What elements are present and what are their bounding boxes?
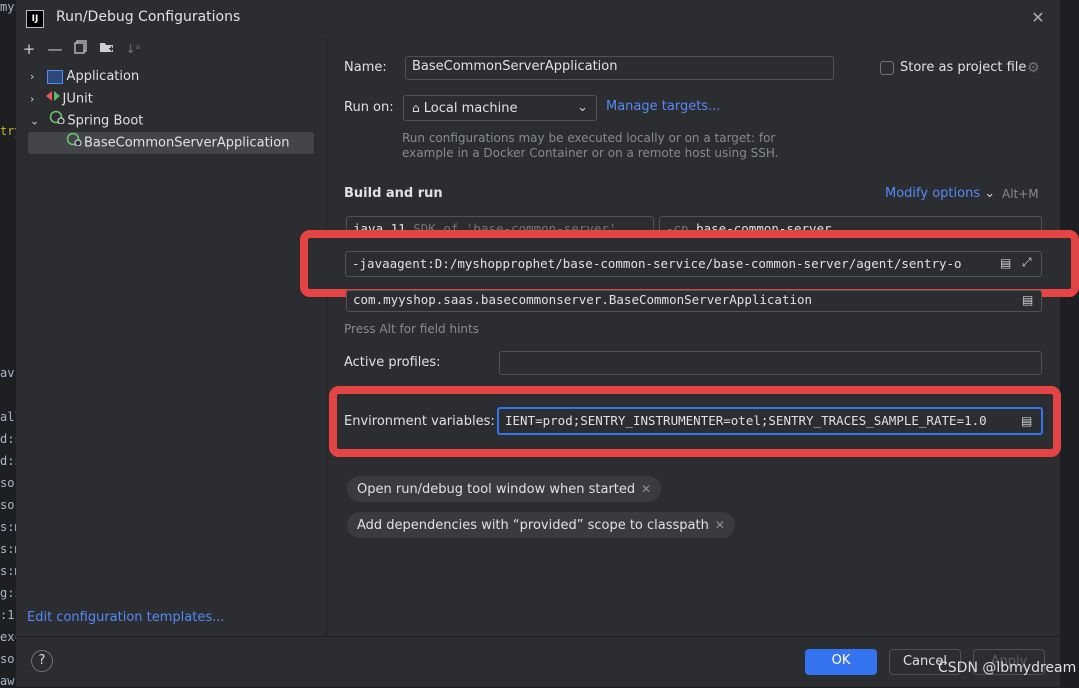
chevron-down-icon: ⌄ [30, 114, 40, 128]
tree-item-base-common-server-application[interactable]: BaseCommonServerApplication [66, 132, 289, 154]
add-config-icon[interactable]: + [20, 40, 38, 58]
active-profiles-label: Active profiles: [344, 355, 441, 370]
store-as-project-file-label[interactable]: Store as project file [900, 60, 1026, 75]
name-input[interactable]: BaseCommonServerApplication [405, 56, 834, 80]
manage-targets-link[interactable]: Manage targets... [606, 99, 720, 114]
env-vars-value: IENT=prod;SENTRY_INSTRUMENTER=otel;SENTR… [505, 413, 987, 428]
spring-boot-icon [49, 110, 65, 132]
chip-label: Open run/debug tool window when started [357, 482, 636, 497]
browse-class-icon[interactable]: ▤ [1022, 293, 1033, 307]
spring-boot-config-icon [66, 132, 82, 154]
tree-item-spring-boot[interactable]: ⌄ Spring Boot [30, 110, 143, 132]
junit-icon [45, 88, 61, 110]
tree-item-label: BaseCommonServerApplication [84, 135, 290, 151]
background-editor: myshopprophet/base-sertryavall:d:spd:sps… [0, 0, 159, 688]
active-profiles-input[interactable] [499, 351, 1042, 375]
remove-config-icon[interactable]: — [46, 40, 64, 58]
edit-env-vars-icon[interactable]: ▤ [1021, 414, 1032, 428]
main-class-input[interactable]: com.myyshop.saas.basecommonserver.BaseCo… [346, 290, 1042, 312]
tree-item-application[interactable]: › Application [30, 66, 139, 88]
modify-options-shortcut: Alt+M [1002, 187, 1039, 201]
window-title: Run/Debug Configurations [56, 9, 241, 25]
run-on-hint-line-2: example in a Docker Container or on a re… [402, 146, 779, 160]
copy-config-icon[interactable] [72, 40, 90, 58]
option-chip-open-tool-window[interactable]: Open run/debug tool window when started ✕ [347, 476, 662, 502]
panel-divider[interactable] [326, 38, 327, 636]
tree-item-label: JUnit [62, 91, 93, 107]
store-as-project-file-checkbox[interactable] [880, 61, 894, 75]
tree-item-label: Spring Boot [67, 113, 144, 129]
modify-options-link[interactable]: Modify options ⌄ [885, 186, 995, 201]
chevron-right-icon: › [30, 70, 35, 83]
sort-icon[interactable]: ↓ᵃ [124, 40, 142, 58]
expand-text-icon[interactable]: ▤ [1000, 256, 1011, 270]
main-class-value: com.myyshop.saas.basecommonserver.BaseCo… [353, 292, 813, 307]
ok-button[interactable]: OK [805, 649, 877, 675]
help-button[interactable]: ? [31, 650, 53, 672]
chevron-right-icon: › [30, 92, 35, 106]
run-on-value: Local machine [423, 101, 518, 116]
background-editor-right [1060, 0, 1079, 687]
background-editor-line: aw [0, 674, 15, 688]
home-icon: ⌂ [412, 101, 420, 115]
watermark: CSDN @lbmydream [938, 660, 1077, 676]
env-vars-input[interactable]: IENT=prod;SENTRY_INSTRUMENTER=otel;SENTR… [497, 407, 1043, 435]
background-editor-line: av [0, 366, 15, 380]
run-on-label: Run on: [344, 100, 394, 115]
field-hint: Press Alt for field hints [344, 322, 479, 336]
new-folder-icon[interactable] [98, 40, 116, 58]
intellij-app-icon: IJ [26, 10, 44, 28]
vm-options-input[interactable]: -javaagent:D:/myshopprophet/base-common-… [345, 251, 1042, 277]
env-vars-label: Environment variables: [344, 414, 495, 429]
application-icon [46, 69, 63, 84]
build-and-run-heading: Build and run [344, 186, 443, 201]
tree-item-junit[interactable]: › JUnit [30, 88, 93, 110]
expand-field-icon[interactable]: ⤢ [1022, 255, 1032, 270]
modify-options-label: Modify options [885, 186, 981, 201]
gear-icon[interactable]: ⚙ [1027, 60, 1040, 76]
name-label: Name: [344, 60, 387, 75]
tree-item-label: Application [66, 69, 140, 84]
close-icon[interactable]: ✕ [715, 518, 725, 532]
close-icon[interactable]: ✕ [1028, 8, 1048, 28]
chip-label: Add dependencies with “provided” scope t… [357, 518, 709, 533]
run-on-select[interactable]: ⌂ Local machine ⌄ [403, 95, 597, 121]
option-chip-provided-scope[interactable]: Add dependencies with “provided” scope t… [347, 512, 735, 538]
vm-options-value: -javaagent:D:/myshopprophet/base-common-… [352, 256, 962, 271]
edit-templates-link[interactable]: Edit configuration templates... [27, 610, 225, 625]
chevron-down-icon: ⌄ [577, 100, 588, 115]
close-icon[interactable]: ✕ [641, 482, 651, 496]
run-on-hint-line-1: Run configurations may be executed local… [402, 131, 776, 145]
chevron-down-icon: ⌄ [984, 186, 996, 201]
